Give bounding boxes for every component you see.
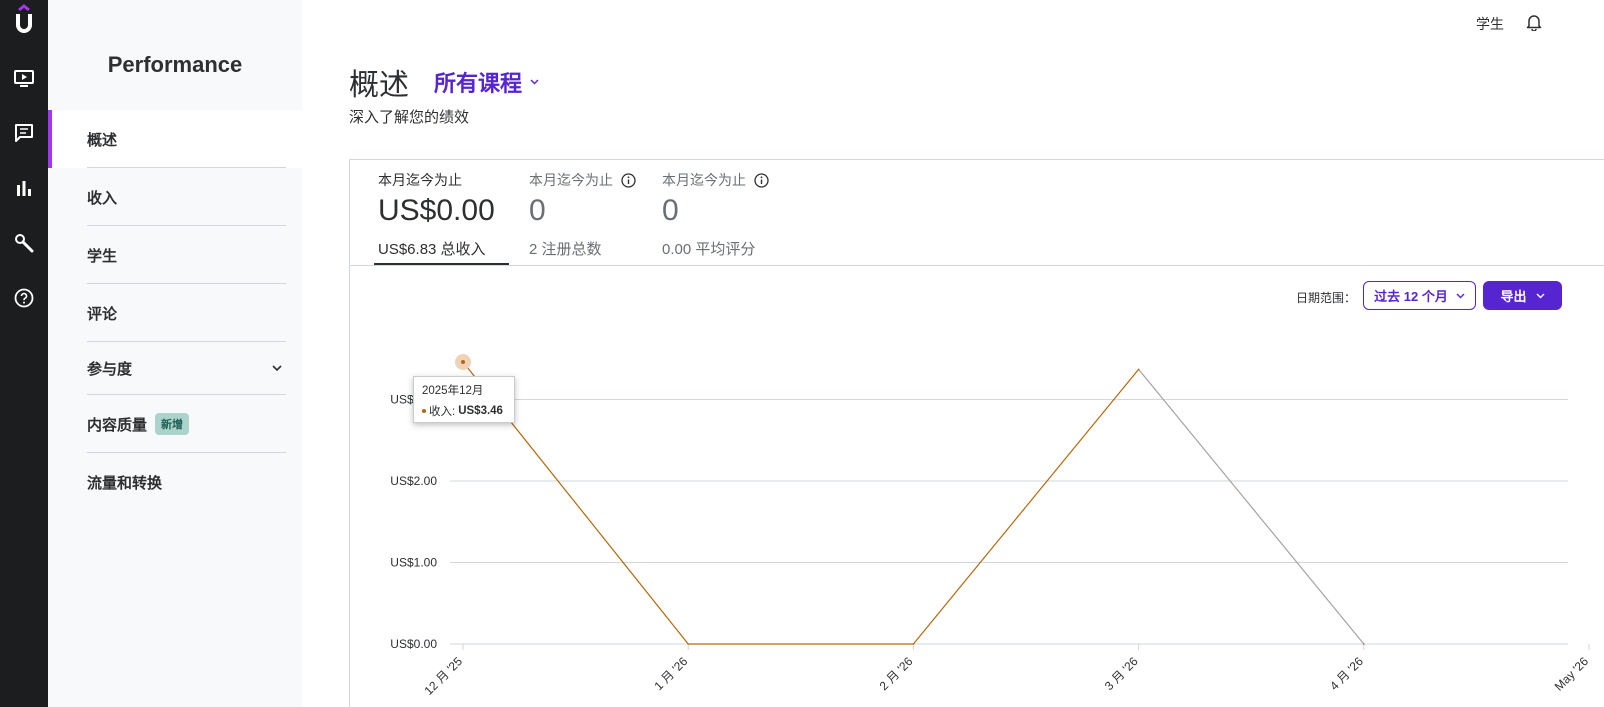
tooltip-value-row: 收入: US$3.46 bbox=[422, 403, 506, 419]
series-line-segment bbox=[1138, 368, 1365, 645]
data-point bbox=[1137, 368, 1140, 371]
tooltip-value: US$3.46 bbox=[458, 405, 503, 417]
series-line-segment bbox=[912, 368, 1140, 645]
y-tick-label: US$2.00 bbox=[390, 474, 437, 488]
data-point bbox=[687, 643, 689, 645]
data-point bbox=[912, 643, 915, 645]
data-point bbox=[1363, 643, 1365, 645]
x-tick-label: 4 月 '26 bbox=[1327, 654, 1366, 693]
y-tick-label: US$1.00 bbox=[390, 556, 437, 570]
chart-tooltip: 2025年12月 收入: US$3.46 bbox=[413, 376, 515, 423]
x-tick-label: 2 月 '26 bbox=[877, 654, 916, 693]
tooltip-series: 收入: bbox=[429, 406, 456, 418]
revenue-line-chart: US$0.00US$1.00US$2.00US$3.0012 月 '251 月 … bbox=[390, 354, 1592, 698]
x-tick-label: May '26 bbox=[1552, 654, 1592, 694]
x-tick-label: 12 月 '25 bbox=[422, 654, 466, 698]
data-point bbox=[461, 360, 465, 365]
x-tick-label: 1 月 '26 bbox=[651, 654, 690, 693]
series-dot-icon bbox=[422, 409, 426, 413]
x-tick-label: 3 月 '26 bbox=[1102, 654, 1141, 693]
y-tick-label: US$0.00 bbox=[390, 637, 437, 651]
tooltip-date: 2025年12月 bbox=[422, 385, 484, 397]
